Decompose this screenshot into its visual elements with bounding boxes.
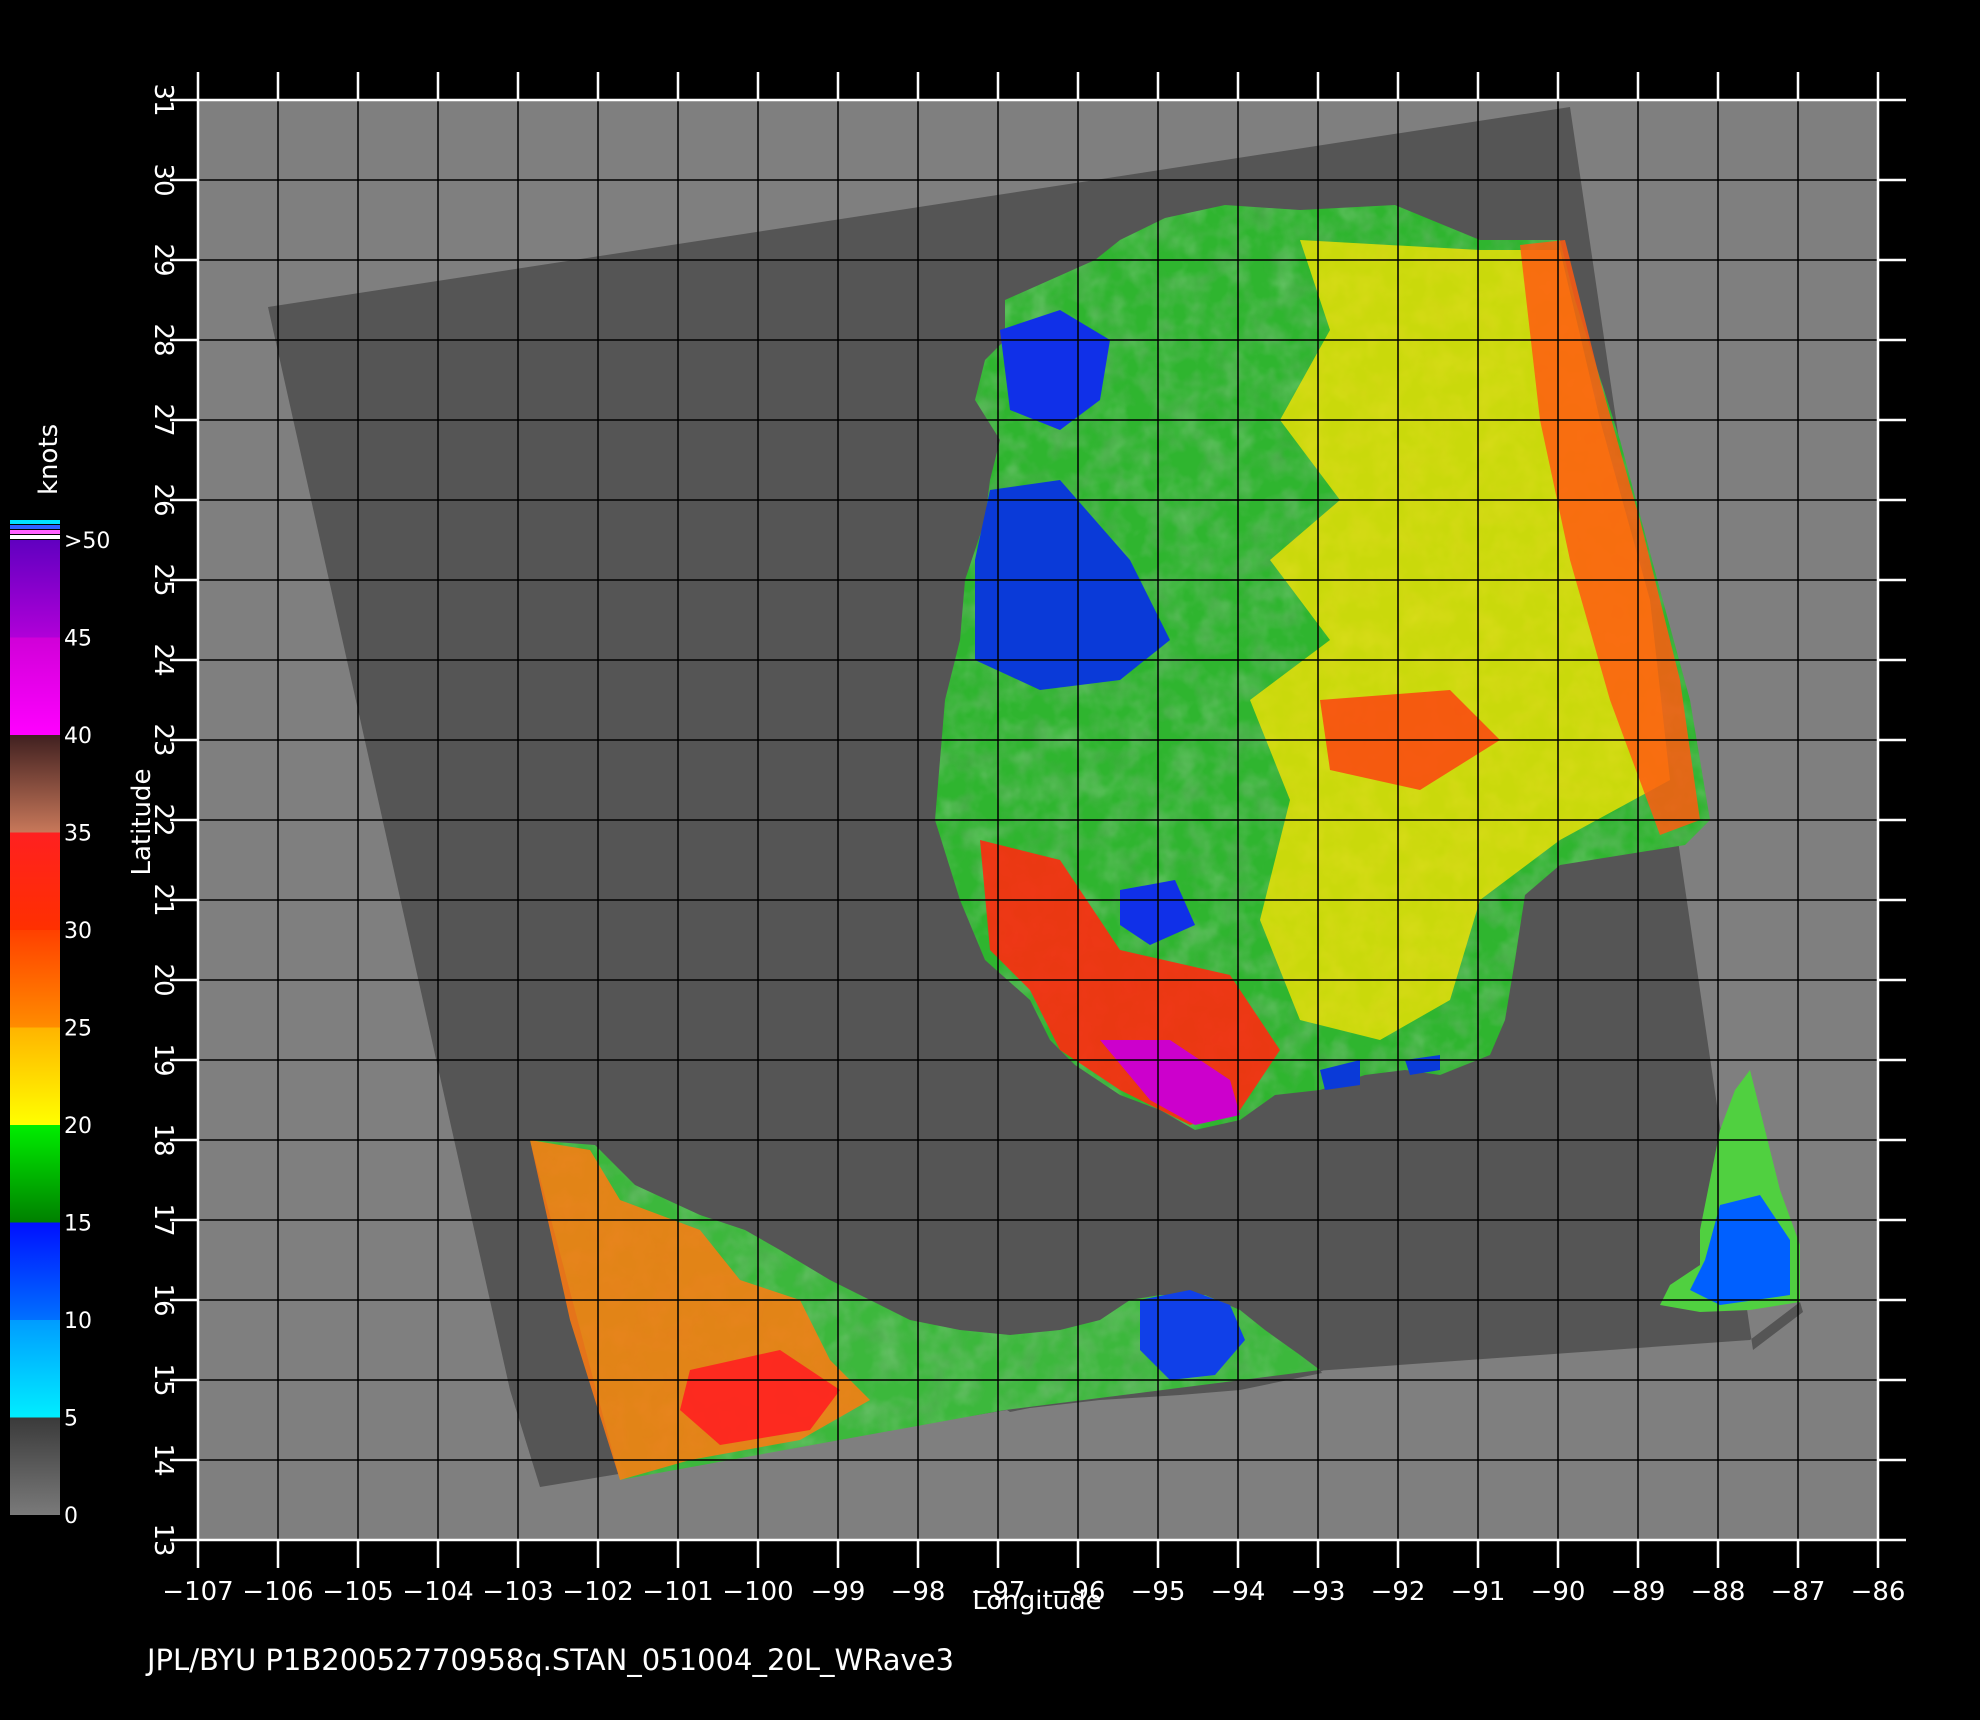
wind-speed-colorbar	[10, 520, 60, 1515]
colorbar-label: 15	[64, 1212, 92, 1237]
colorbar-label: 20	[64, 1114, 92, 1139]
x-axis-title: Longitude	[972, 1586, 1101, 1616]
colorbar-segment	[10, 930, 60, 1028]
colorbar-label: >50	[64, 529, 110, 554]
lat-tick-label: 17	[148, 1203, 178, 1236]
colorbar-label: 45	[64, 627, 92, 652]
wind-speed-map: −107 −106 −105 −104 −103 −102 −101 −100 −99 −98 −9…	[10, 72, 1906, 1677]
lat-tick-label: 30	[148, 163, 178, 196]
lon-tick-label: −103	[482, 1577, 553, 1607]
lon-tick-label: −89	[1611, 1577, 1666, 1607]
colorbar-segment	[10, 1027, 60, 1125]
colorbar-label: 30	[64, 919, 92, 944]
lon-tick-label: −93	[1291, 1577, 1346, 1607]
colorbar-segment	[10, 1320, 60, 1418]
colorbar-segment	[10, 1125, 60, 1223]
colorbar-cap-stripe	[10, 520, 60, 524]
colorbar-segment	[10, 1222, 60, 1320]
colorbar-cap-stripe	[10, 530, 60, 534]
lat-tick-label: 31	[148, 83, 178, 116]
lat-tick-label: 18	[148, 1123, 178, 1156]
lon-tick-label: −98	[891, 1577, 946, 1607]
lon-tick-label: −99	[811, 1577, 866, 1607]
lat-tick-label: 21	[148, 883, 178, 916]
lat-tick-label: 29	[148, 243, 178, 276]
colorbar-label: 10	[64, 1309, 92, 1334]
lon-tick-label: −95	[1131, 1577, 1186, 1607]
lon-tick-label: −94	[1211, 1577, 1266, 1607]
lon-tick-label: −106	[242, 1577, 313, 1607]
colorbar-segment	[10, 735, 60, 833]
colorbar-cap-stripe	[10, 525, 60, 529]
lon-tick-label: −87	[1771, 1577, 1826, 1607]
lat-tick-label: 20	[148, 963, 178, 996]
colorbar-segment	[10, 832, 60, 930]
lat-tick-label: 13	[148, 1523, 178, 1556]
colorbar-label: 35	[64, 822, 92, 847]
lat-tick-label: 19	[148, 1043, 178, 1076]
colorbar-unit-label: knots	[34, 424, 64, 495]
colorbar-label: 40	[64, 724, 92, 749]
lat-tick-label: 16	[148, 1283, 178, 1316]
colorbar-segment	[10, 637, 60, 735]
lon-tick-label: −86	[1851, 1577, 1906, 1607]
colorbar-label: 0	[64, 1504, 78, 1529]
y-axis-title: Latitude	[127, 768, 157, 875]
lat-tick-label: 27	[148, 403, 178, 436]
colorbar-label: 5	[64, 1407, 78, 1432]
swath-layer	[268, 107, 1803, 1487]
colorbar-segment	[10, 1417, 60, 1515]
product-footer: JPL/BYU P1B20052770958q.STAN_051004_20L_…	[145, 1643, 954, 1677]
lon-tick-label: −101	[642, 1577, 713, 1607]
lat-tick-label: 28	[148, 323, 178, 356]
lat-tick-label: 25	[148, 563, 178, 596]
lon-tick-label: −107	[162, 1577, 233, 1607]
lon-tick-label: −100	[722, 1577, 793, 1607]
lon-tick-label: −88	[1691, 1577, 1746, 1607]
lat-tick-label: 23	[148, 723, 178, 756]
colorbar-tick-labels: >50 45 40 35 30 25 20 15 10 5 0	[64, 529, 110, 1529]
lon-tick-label: −90	[1531, 1577, 1586, 1607]
lon-tick-label: −92	[1371, 1577, 1426, 1607]
colorbar-cap-stripe	[10, 535, 60, 539]
colorbar-segment	[10, 540, 60, 638]
lat-tick-label: 24	[148, 643, 178, 676]
lat-tick-label: 15	[148, 1363, 178, 1396]
lon-tick-label: −91	[1451, 1577, 1506, 1607]
lon-tick-label: −105	[322, 1577, 393, 1607]
lat-tick-label: 14	[148, 1443, 178, 1476]
lat-tick-label: 26	[148, 483, 178, 516]
colorbar-label: 25	[64, 1017, 92, 1042]
lon-tick-label: −102	[562, 1577, 633, 1607]
lon-tick-label: −104	[402, 1577, 473, 1607]
